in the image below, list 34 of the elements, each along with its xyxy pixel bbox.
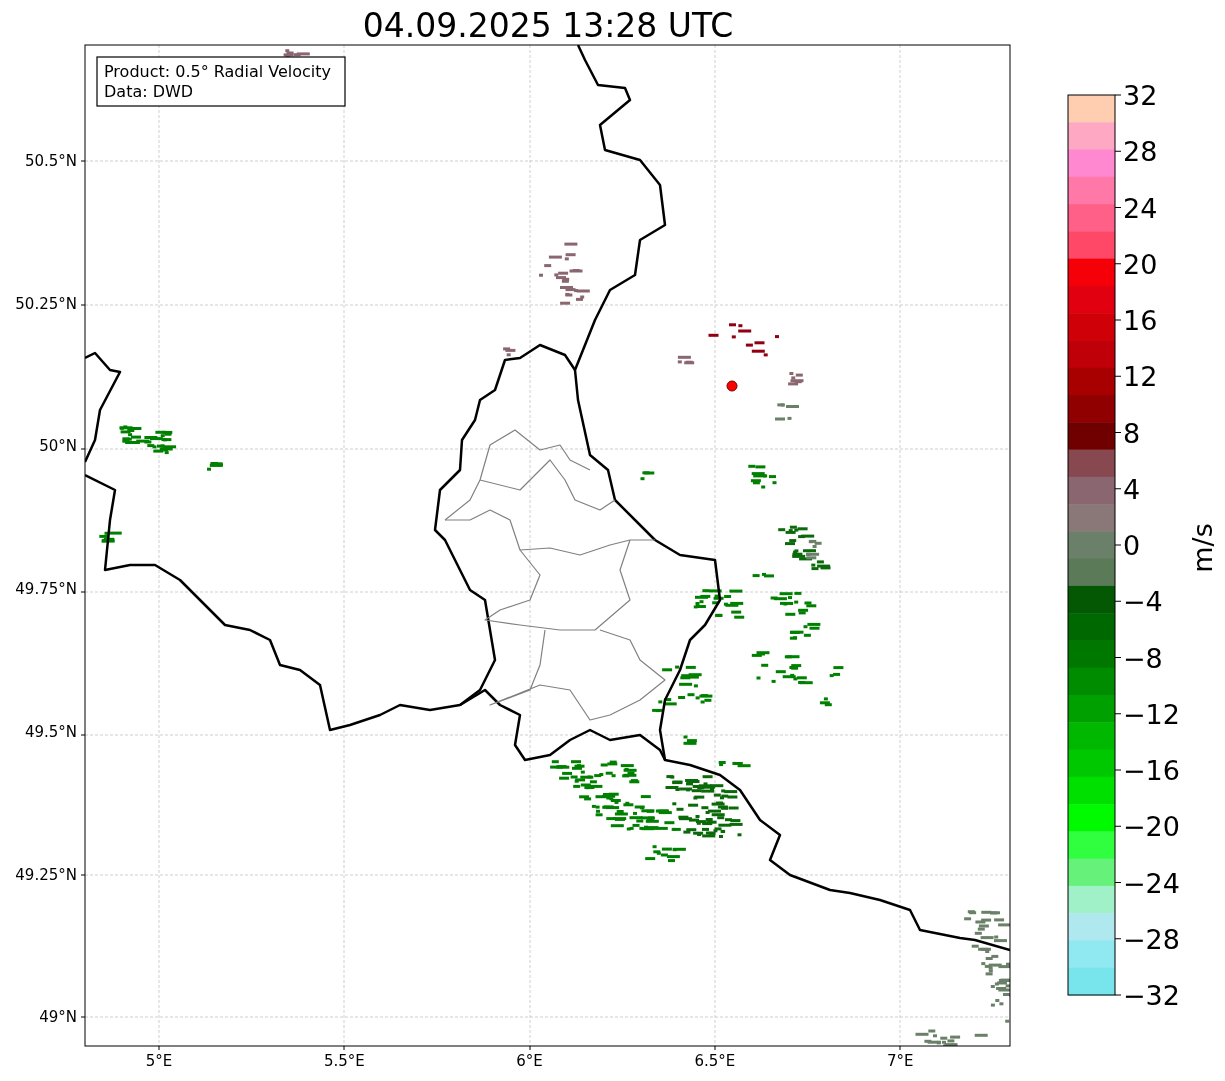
colorbar-tick-label: −32 [1123, 980, 1180, 1011]
colorbar-tick-label: 12 [1123, 361, 1158, 393]
colorbar-tick-label: 32 [1123, 80, 1158, 111]
colorbar-tick-label: −12 [1123, 698, 1180, 730]
colorbar-tick-label: −20 [1123, 811, 1180, 843]
colorbar-tick-label: 8 [1123, 417, 1141, 449]
colorbar-tick-label: −8 [1123, 642, 1163, 674]
colorbar-tick-label: −4 [1123, 586, 1163, 618]
axis-tick-label: 6°E [516, 1052, 543, 1070]
axis-tick-label: 50°N [39, 437, 77, 456]
colorbar-tick-label: 16 [1123, 305, 1158, 336]
axis-tick-label: 49.25°N [15, 865, 77, 884]
colorbar-tick-label: −24 [1123, 867, 1180, 899]
colorbar-tick-label: 24 [1123, 192, 1158, 224]
colorbar-tick-label: 0 [1123, 530, 1141, 561]
chart-title: 04.09.2025 13:28 UTC [362, 6, 734, 45]
info-text: Product: 0.5° Radial Velocity [104, 62, 332, 81]
axis-tick-label: 5.5°E [323, 1052, 365, 1070]
colorbar-label: m/s [1187, 523, 1218, 573]
axis-tick-label: 5°E [145, 1052, 173, 1070]
colorbar-tick-label: 4 [1123, 473, 1141, 505]
radar-site-marker [726, 380, 738, 392]
axis-tick-label: 7°E [886, 1052, 914, 1070]
axis-tick-label: 49.5°N [24, 722, 77, 741]
axis-tick-label: 49°N [39, 1008, 77, 1027]
axis-tick-label: 50.25°N [15, 294, 77, 313]
colorbar-tick-label: −28 [1123, 923, 1180, 955]
colorbar-tick-label: −16 [1123, 755, 1180, 786]
info-text: Data: DWD [104, 82, 194, 101]
axis-tick-label: 49.75°N [15, 580, 77, 599]
colorbar-tick-label: 28 [1123, 136, 1158, 168]
axis-tick-label: 6.5°E [694, 1052, 736, 1070]
colorbar-tick-label: 20 [1123, 248, 1158, 280]
axis-tick-label: 50.5°N [24, 152, 77, 170]
